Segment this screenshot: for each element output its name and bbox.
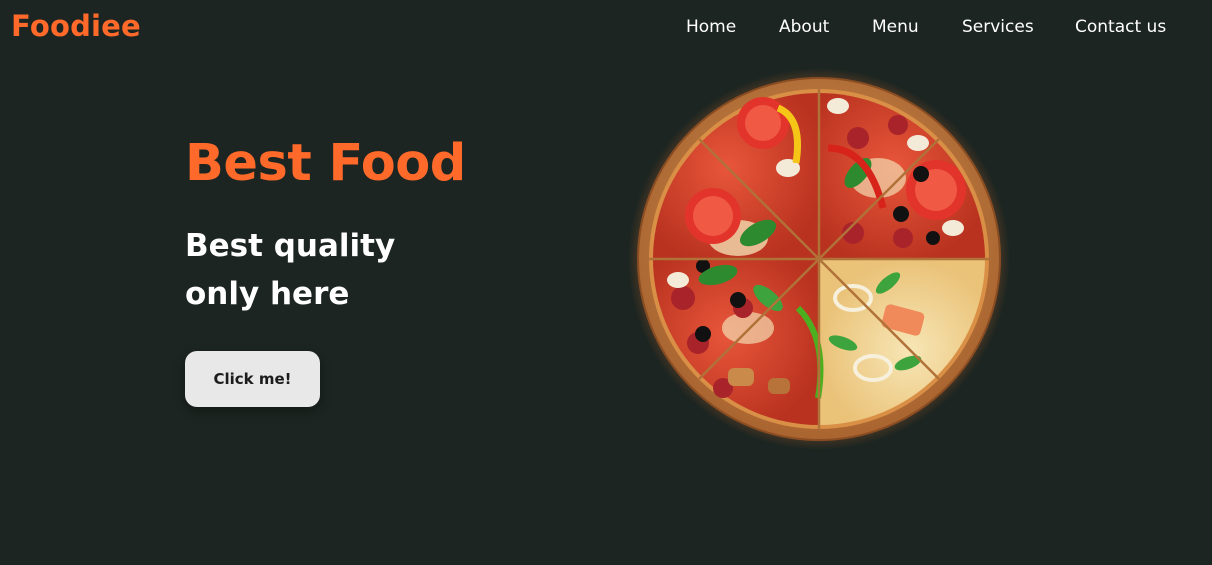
navbar: Foodiee Home About Menu Services Contact… bbox=[0, 0, 1212, 54]
nav-link-services[interactable]: Services bbox=[962, 16, 1034, 38]
hero-subtitle: Best quality only here bbox=[185, 228, 396, 312]
logo[interactable]: Foodiee bbox=[11, 8, 141, 44]
hero-section: Best Food Best quality only here bbox=[185, 132, 466, 318]
nav-link-home[interactable]: Home bbox=[686, 16, 736, 38]
pizza-image bbox=[628, 68, 1010, 450]
click-me-button[interactable]: Click me! bbox=[185, 351, 320, 407]
nav-link-menu[interactable]: Menu bbox=[872, 16, 919, 38]
hero-title: Best Food bbox=[185, 134, 466, 193]
nav-link-about[interactable]: About bbox=[779, 16, 829, 38]
nav-link-contact[interactable]: Contact us bbox=[1075, 16, 1166, 38]
